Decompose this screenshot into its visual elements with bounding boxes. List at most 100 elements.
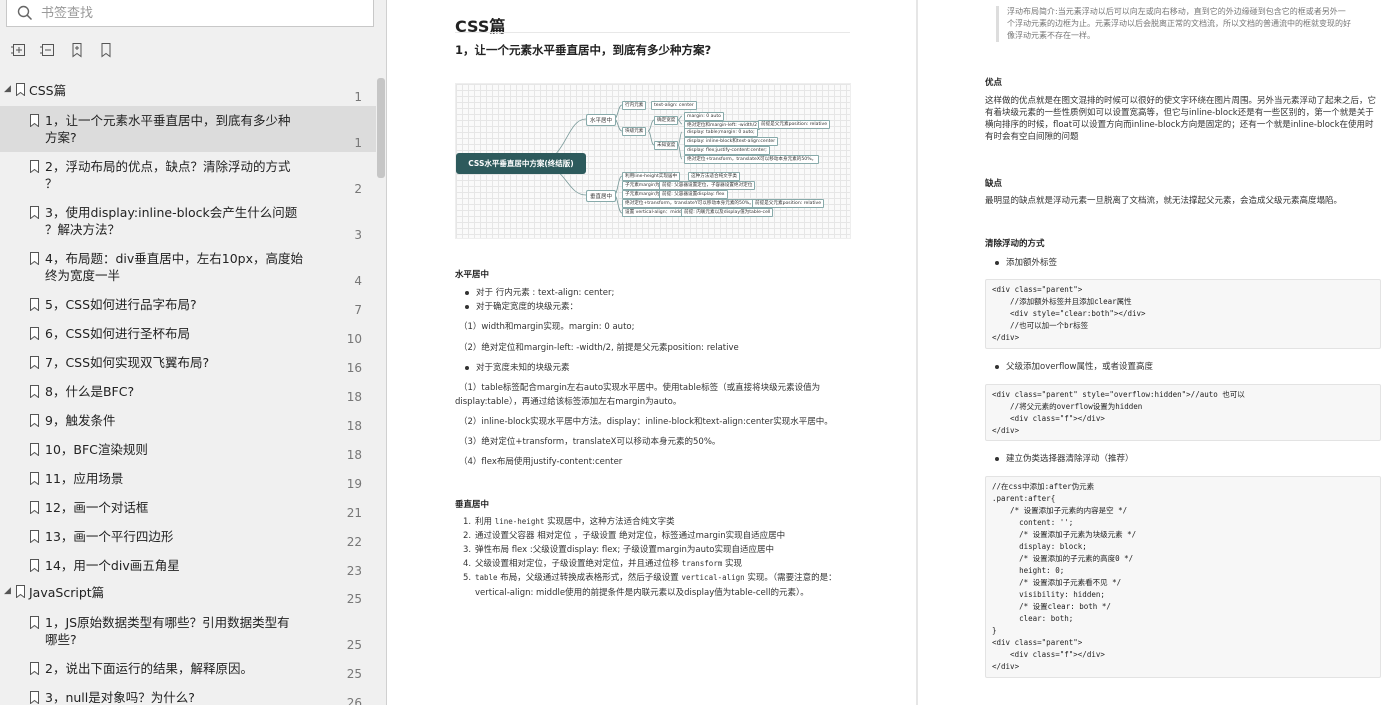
bookmark-page-number: 7 [354,303,362,317]
bookmark-item[interactable]: 3，使用display:inline-block会产生什么问题 ？解决方法？ 3 [0,198,376,244]
mindmap-node: 行内元素 [622,101,647,110]
mindmap-node: 设置 vertical-align：middle [622,208,689,217]
add-bookmark-icon[interactable] [68,41,86,59]
bookmark-icon [30,114,39,127]
code-block: <div class="parent"> //添加额外标签并且添加clear属性… [985,279,1381,349]
bookmark-label: 3，使用display:inline-block会产生什么问题 ？解决方法？ [45,205,298,237]
question-heading: 1，让一个元素水平垂直居中，到底有多少种方案? [455,43,712,57]
paragraph: 最明显的缺点就是浮动元素一旦脱离了文档流，就无法撑起父元素，会造成父级元素高度塌… [985,196,1343,206]
bookmark-label: 11，应用场景 [45,471,124,486]
bookmark-search-box[interactable] [6,0,374,27]
bookmark-label: CSS篇 [29,83,67,98]
bookmark-page-number: 1 [354,136,362,150]
mindmap-node: 未知宽度 [654,141,679,150]
page-title: CSS篇 [455,17,506,36]
expand-all-icon[interactable] [10,41,28,59]
sidebar-scrollbar[interactable] [376,78,386,705]
expand-arrow-icon[interactable]: ◢ [4,586,11,596]
blockquote: 浮动布局简介:当元素浮动以后可以向左或向右移动，直到它的外边缘碰到包含它的框或者… [996,6,1352,42]
bookmark-icon [30,385,39,398]
bookmark-item[interactable]: 10，BFC渲染规则 18 [0,435,376,464]
bookmark-icon [16,585,25,598]
bookmark-page-number: 18 [346,448,362,462]
bookmark-item[interactable]: 1，JS原始数据类型有哪些？引用数据类型有 哪些? 25 [0,608,376,654]
bookmark-section[interactable]: ◢ JavaScript篇 25 [0,580,376,608]
bookmark-item[interactable]: 14，用一个div画五角星 23 [0,551,376,580]
bookmark-item[interactable]: 11，应用场景 19 [0,464,376,493]
bookmark-label: 13，画一个平行四边形 [45,529,174,544]
bookmark-page-number: 16 [346,361,362,375]
bookmark-icon [16,83,25,96]
list-item: 父级添加overflow属性，或者设置高度 [995,361,1153,373]
bookmark-label: 1，让一个元素水平垂直居中，到底有多少种 方案? [45,113,291,145]
bookmark-item[interactable]: 5，CSS如何进行品字布局? 7 [0,290,376,319]
search-icon [17,5,33,21]
document-page-2: 浮动布局简介:当元素浮动以后可以向左或向右移动，直到它的外边缘碰到包含它的框或者… [918,0,1384,705]
expand-arrow-icon[interactable]: ◢ [4,84,11,94]
list-item: 添加额外标签 [995,257,1057,269]
bookmark-label: 6，CSS如何进行圣杯布局 [45,326,191,341]
bookmark-search-input[interactable] [41,5,341,21]
bookmark-item[interactable]: 2，浮动布局的优点，缺点？清除浮动的方式 ？ 2 [0,152,376,198]
collapse-all-icon[interactable] [39,41,57,59]
mindmap-node: 确定宽度 [654,116,679,125]
bookmark-section[interactable]: ◢ CSS篇 1 [0,78,376,106]
bookmark-item[interactable]: 1，让一个元素水平垂直居中，到底有多少种 方案? 1 [0,106,376,152]
bookmark-icon[interactable] [97,41,115,59]
bookmark-icon [30,501,39,514]
mindmap-node: 利用line-height实现居中 [622,172,681,181]
sidebar-scrollbar-thumb[interactable] [377,78,385,178]
paragraph: vertical-align: middle使用的前提条件是内联元素以及disp… [475,588,809,598]
bookmark-sidebar: ◢ CSS篇 1 1，让一个元素水平垂直居中，到底有多少种 方案? 1 2，浮动布局的优点… [0,0,387,705]
bookmark-icon [30,252,39,265]
bookmark-label: 10，BFC渲染规则 [45,442,148,457]
bookmark-item[interactable]: 13，画一个平行四边形 22 [0,522,376,551]
bookmark-label: 8，什么是BFC? [45,384,135,399]
bookmark-item[interactable]: 9，触发条件 18 [0,406,376,435]
bookmark-label: 2，浮动布局的优点，缺点？清除浮动的方式 ？ [45,159,291,191]
bookmark-icon [30,356,39,369]
bookmark-icon [30,530,39,543]
mindmap-node: display: table;margin: 0 auto; [684,128,758,137]
bookmark-page-number: 18 [346,419,362,433]
bookmark-item[interactable]: 8，什么是BFC? 18 [0,377,376,406]
section-heading-clear-float: 清除浮动的方式 [985,239,1045,249]
list-item: 3. 弹性布局 flex :父级设置display: flex; 子级设置marg… [463,545,775,555]
bookmark-item[interactable]: 6，CSS如何进行圣杯布局 10 [0,319,376,348]
mindmap-branch-vertical: 垂直居中 [586,190,617,202]
mindmap-node: 前提: 父容器设置display: flex [659,190,728,199]
paragraph: （1）width和margin实现。margin: 0 auto; [459,322,635,332]
list-item: 5. table 布局，父级通过转换成表格形式，然后子级设置 vertical-a… [463,573,837,583]
bookmark-label: 3，null是对象吗？为什么? [45,690,195,705]
bookmark-page-number: 21 [346,506,362,520]
mindmap-node: display: flex;justify-content:center; [684,146,770,155]
mindmap-node: text-align: center [651,101,697,110]
bookmark-item[interactable]: 2，说出下面运行的结果，解释原因。 25 [0,654,376,683]
section-heading-advantages: 优点 [985,78,1003,88]
bookmark-page-number: 10 [346,332,362,346]
list-item: 4. 父级设置相对定位，子级设置绝对定位，并且通过位移 transform 实现 [463,559,743,569]
bookmark-page-number: 2 [354,182,362,196]
bookmark-label: 5，CSS如何进行品字布局? [45,297,197,312]
bookmark-icon [30,691,39,704]
mindmap-node: 绝对定位+transform，translateY可以移动本身元素的50%。 [622,199,757,208]
bookmark-icon [30,443,39,456]
mindmap-node: 前提: 父容器设置定位，子容器设置绝对定位 [659,181,756,190]
bookmark-page-number: 22 [346,535,362,549]
mindmap-node: 块级元素 [622,127,647,136]
bookmark-icon [30,414,39,427]
bookmark-item[interactable]: 12，画一个对话框 21 [0,493,376,522]
mindmap-node: 这种方法适合纯文字类 [688,172,740,181]
bookmark-item[interactable]: 3，null是对象吗？为什么? 26 [0,683,376,705]
bookmark-page-number: 25 [346,638,362,652]
bookmark-label: 12，画一个对话框 [45,500,149,515]
paragraph: （1）table标签配合margin左右auto实现水平居中。使用table标签… [459,383,821,393]
bookmark-item[interactable]: 7，CSS如何实现双飞翼布局? 16 [0,348,376,377]
bookmark-label: 7，CSS如何实现双飞翼布局? [45,355,210,370]
bookmark-page-number: 26 [346,696,362,705]
code-block: <div class="parent" style="overflow:hidd… [985,384,1381,441]
bookmark-item[interactable]: 4，布局题：div垂直居中，左右10px，高度始 终为宽度一半 4 [0,244,376,290]
mindmap-node: 前提是父元素position: relative [752,199,825,208]
title-divider [455,32,850,33]
mindmap-root: CSS水平垂直居中方案(终结版) [456,153,586,174]
